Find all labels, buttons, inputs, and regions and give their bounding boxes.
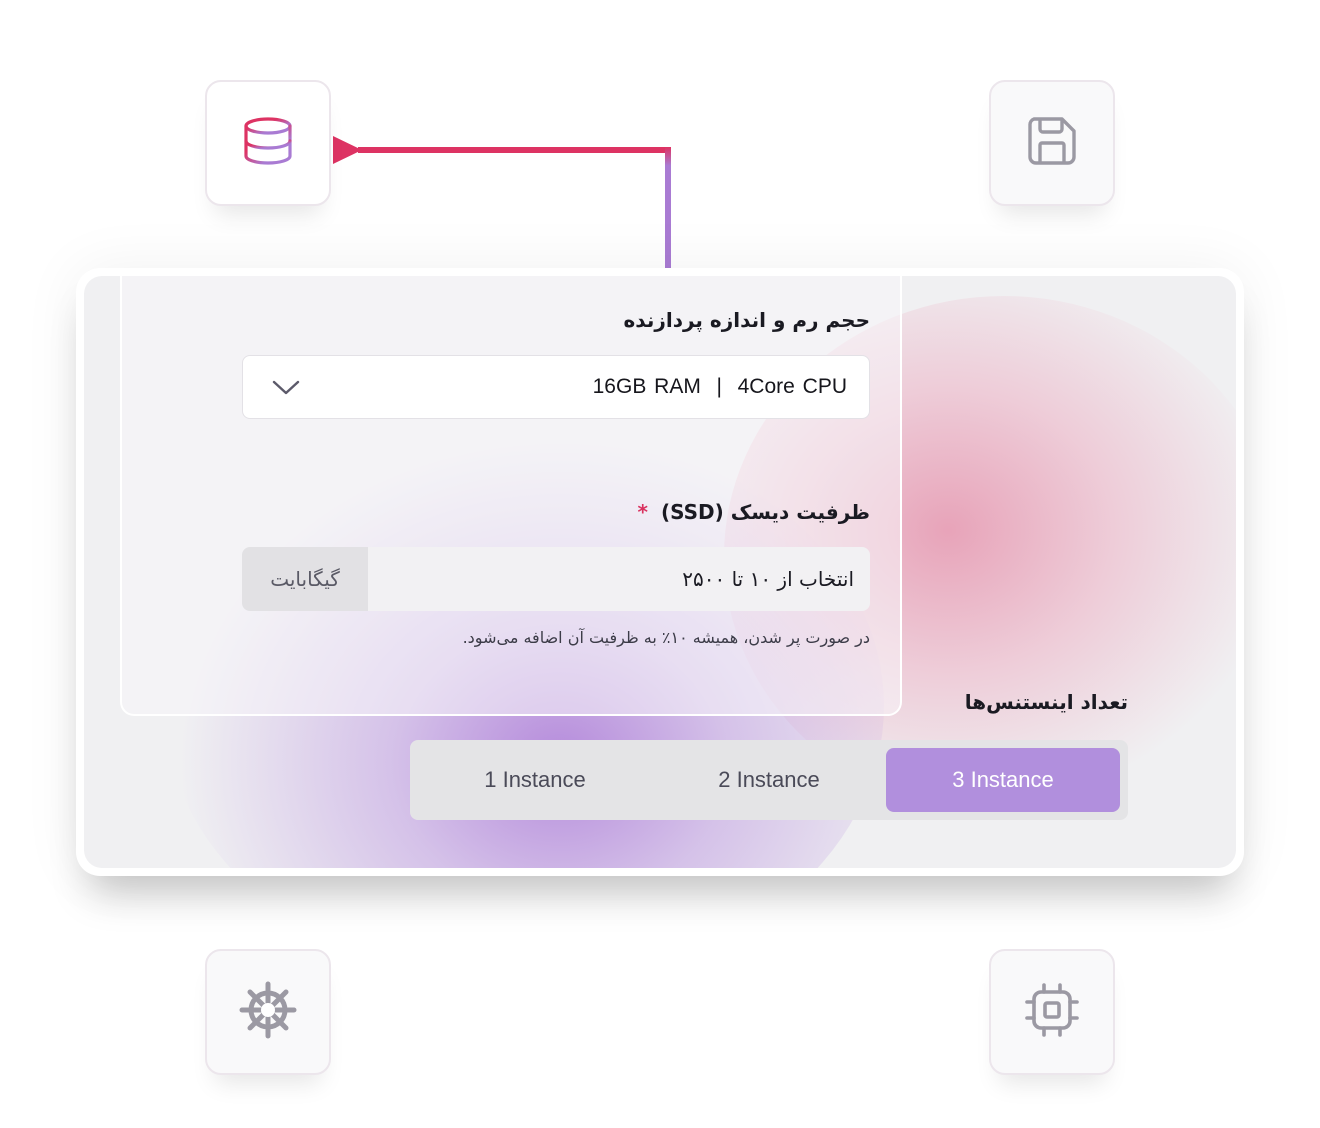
instance-option-3[interactable]: 3 Instance <box>886 748 1120 812</box>
save-icon <box>1022 111 1082 175</box>
cpu-tile[interactable] <box>989 949 1115 1075</box>
disk-size-input-group: انتخاب از ۱۰ تا ۲۵۰۰ گیگابایت <box>242 547 870 611</box>
chevron-down-icon[interactable] <box>271 377 301 397</box>
instance-option-1[interactable]: 1 Instance <box>418 748 652 812</box>
ram-cpu-select[interactable]: 16GB RAM | 4Core CPU <box>242 355 870 419</box>
database-tile[interactable] <box>205 80 331 206</box>
config-card: حجم رم و اندازه پردازنده 16GB RAM | 4Cor… <box>76 268 1244 876</box>
disk-help-text: در صورت پر شدن، همیشه ۱۰٪ به ظرفیت آن اض… <box>462 628 870 647</box>
required-star: * <box>637 500 648 524</box>
instances-segmented-control: 1 Instance 2 Instance 3 Instance <box>410 740 1128 820</box>
disk-size-input[interactable]: انتخاب از ۱۰ تا ۲۵۰۰ <box>368 547 870 611</box>
save-tile[interactable] <box>989 80 1115 206</box>
config-card-inner: حجم رم و اندازه پردازنده 16GB RAM | 4Cor… <box>84 276 1236 868</box>
disk-label-text: ظرفیت دیسک (SSD) <box>660 500 870 524</box>
connector-arrow <box>333 136 362 164</box>
ram-cpu-label: حجم رم و اندازه پردازنده <box>623 308 870 332</box>
disk-unit-addon: گیگابایت <box>242 547 368 611</box>
disk-label: ظرفیت دیسک (SSD) * <box>638 500 870 524</box>
connector-line <box>333 136 671 271</box>
ram-cpu-selected-value: 16GB RAM | 4Core CPU <box>592 375 847 398</box>
database-icon <box>238 111 298 175</box>
instance-option-2[interactable]: 2 Instance <box>652 748 886 812</box>
helm-icon <box>238 980 298 1044</box>
helm-tile[interactable] <box>205 949 331 1075</box>
form-panel: حجم رم و اندازه پردازنده 16GB RAM | 4Cor… <box>120 276 902 716</box>
cpu-icon <box>1022 980 1082 1044</box>
instances-label: تعداد اینستنس‌ها <box>964 690 1128 714</box>
